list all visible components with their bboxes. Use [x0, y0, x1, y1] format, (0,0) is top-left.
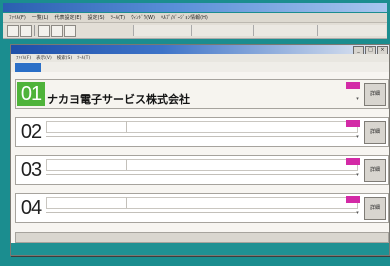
field-divider [126, 121, 127, 132]
edit-button[interactable]: 詳細 [364, 83, 386, 106]
search-icon[interactable] [51, 25, 63, 37]
company-name: ナカヨ電子サービス株式会社 [47, 93, 190, 106]
save-icon[interactable] [20, 25, 32, 37]
toolbar-field [191, 25, 254, 36]
footer-panel [11, 243, 389, 255]
toolbar-field [253, 25, 318, 36]
toolbar [3, 23, 387, 39]
edit-button[interactable]: 詳細 [364, 197, 386, 220]
edit-button[interactable]: 詳細 [364, 159, 386, 182]
tab-active[interactable] [15, 63, 41, 72]
status-marker [346, 158, 360, 165]
chevron-down-icon[interactable]: ▾ [355, 206, 360, 220]
menu-item-file[interactable]: ﾌｧｲﾙ(F) [9, 14, 26, 21]
child-menu-tools[interactable]: ﾂｰﾙ(T) [77, 55, 90, 61]
company-row[interactable]: 04 ▾ 詳細 [15, 193, 389, 223]
menu-item-window[interactable]: ｳｨﾝﾄﾞｳ(W) [131, 14, 155, 21]
child-menu-search[interactable]: 検索(S) [57, 55, 72, 61]
child-menu-view[interactable]: 表示(V) [36, 55, 52, 61]
tab-strip [11, 62, 389, 72]
chevron-down-icon[interactable]: ▾ [355, 92, 360, 106]
company-row[interactable]: 03 ▾ 詳細 [15, 155, 389, 185]
menu-item-tools[interactable]: ﾂｰﾙ(T) [111, 14, 125, 21]
row-number: 03 [20, 159, 42, 181]
status-marker [346, 196, 360, 203]
company-row[interactable]: 01 ナカヨ電子サービス株式会社 ▾ 詳細 [15, 79, 389, 109]
toolbar-field [317, 25, 386, 36]
open-icon[interactable] [7, 25, 19, 37]
company-field[interactable] [46, 159, 358, 171]
chevron-down-icon[interactable]: ▾ [355, 130, 360, 144]
print-icon[interactable] [38, 25, 50, 37]
company-list-window: _ □ × ﾌｧｲﾙ(F) 表示(V) 検索(S) ﾂｰﾙ(T) 01 ナカヨ電… [10, 44, 390, 256]
edit-button[interactable]: 詳細 [364, 121, 386, 144]
help-icon[interactable] [64, 25, 76, 37]
status-marker [346, 120, 360, 127]
menu-item-help[interactable]: ﾍﾙﾌﾟ/ﾊﾞｰｼﾞｮﾝ情報(H) [161, 14, 208, 21]
row-number: 02 [20, 121, 42, 143]
company-row[interactable]: 02 ▾ 詳細 [15, 117, 389, 147]
menu-item-settings[interactable]: 設定(S) [88, 14, 105, 21]
row-number: 01 [17, 82, 45, 106]
child-menu-bar: ﾌｧｲﾙ(F) 表示(V) 検索(S) ﾂｰﾙ(T) [11, 54, 389, 62]
app-menu-bar: ﾌｧｲﾙ(F) 一覧(L) 代表設定(E) 設定(S) ﾂｰﾙ(T) ｳｨﾝﾄﾞ… [3, 13, 387, 23]
status-bar [15, 232, 389, 243]
row-divider [46, 212, 358, 213]
company-field[interactable] [46, 121, 358, 133]
app-title-bar [3, 3, 387, 12]
status-marker [346, 82, 360, 89]
menu-item-list[interactable]: 一覧(L) [32, 14, 49, 21]
toolbar-separator [34, 25, 35, 36]
field-divider [126, 197, 127, 208]
child-title-bar: _ □ × [11, 45, 389, 55]
chevron-down-icon[interactable]: ▾ [355, 168, 360, 182]
row-header-fields [47, 82, 77, 91]
toolbar-field [133, 25, 192, 36]
field-divider [126, 159, 127, 170]
company-field[interactable] [46, 197, 358, 209]
menu-item-representative[interactable]: 代表設定(E) [54, 14, 81, 21]
child-menu-file[interactable]: ﾌｧｲﾙ(F) [16, 55, 31, 61]
row-divider [46, 136, 358, 137]
row-divider [46, 174, 358, 175]
row-number: 04 [20, 197, 42, 219]
